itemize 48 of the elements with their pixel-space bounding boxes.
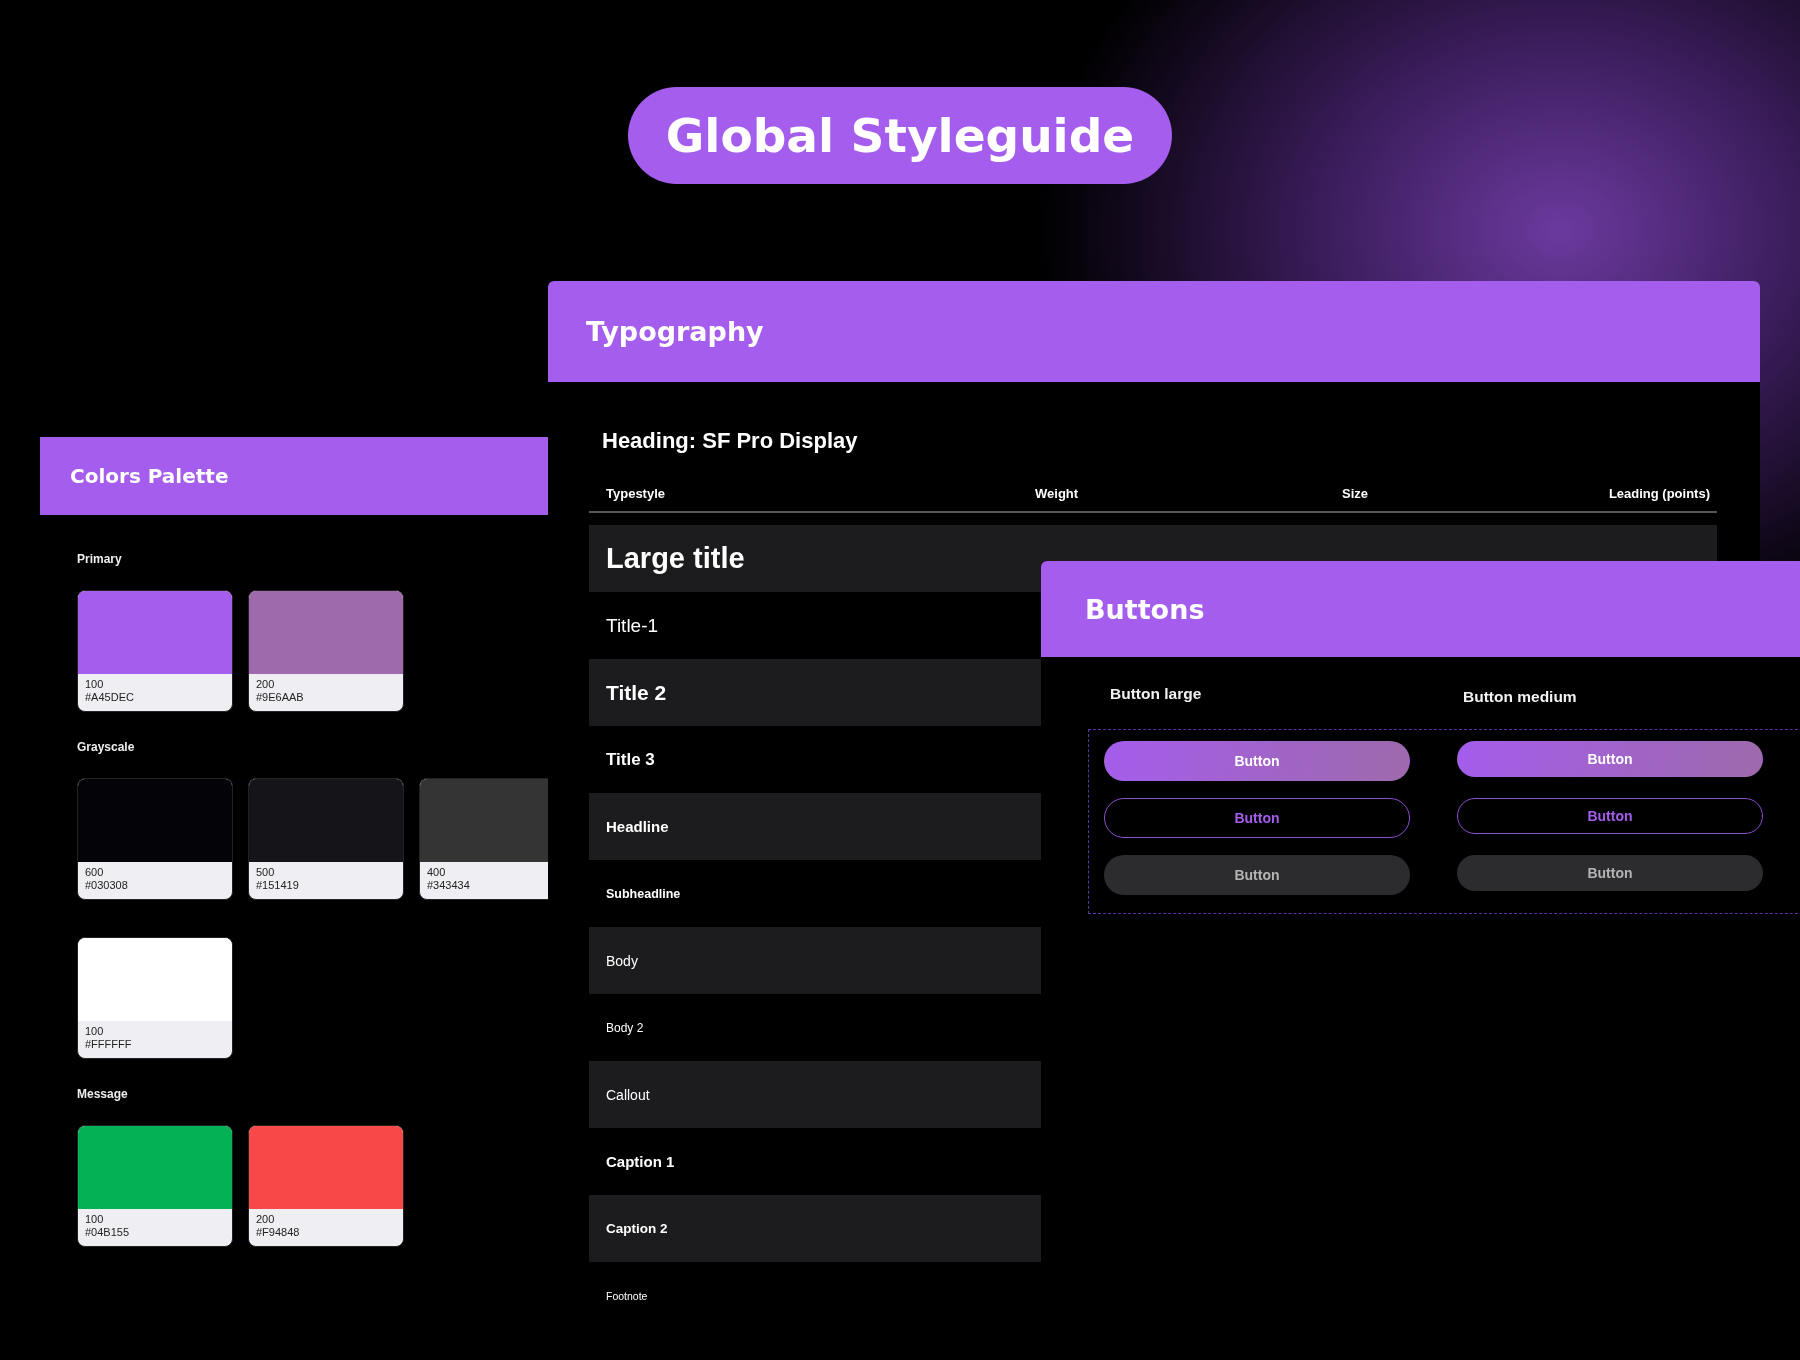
- group-label: Grayscale: [77, 740, 136, 754]
- typestyle-name: Subheadline: [606, 886, 681, 901]
- title-banner: Global Styleguide: [628, 87, 1172, 184]
- swatch-hex: #151419: [256, 879, 300, 892]
- typestyle-name: Caption 2: [606, 1221, 668, 1236]
- column-header: Typestyle: [606, 486, 666, 501]
- group-label: Message: [77, 1087, 129, 1101]
- swatch-hex: #F94848: [256, 1226, 301, 1239]
- column-header: Leading (points): [1608, 486, 1710, 501]
- swatch-number: 100: [85, 678, 105, 691]
- typestyle-name: Title 2: [606, 680, 667, 705]
- typestyle-name: Callout: [606, 1086, 650, 1103]
- swatch-hex: #A45DEC: [85, 691, 135, 704]
- column-header: Size: [1342, 486, 1369, 501]
- typestyle-name: Title-1: [606, 614, 659, 637]
- swatch-number: 100: [85, 1213, 105, 1226]
- button-size-label: Button medium: [1462, 687, 1578, 707]
- sample-button[interactable]: Button: [1457, 798, 1763, 834]
- swatch-number: 200: [256, 1213, 276, 1226]
- sample-button[interactable]: Button: [1457, 741, 1763, 777]
- swatch-hex: #9E6AAB: [256, 691, 305, 704]
- panel-title: Colors Palette: [70, 464, 229, 488]
- sample-button[interactable]: Button: [1104, 798, 1410, 838]
- typestyle-name: Headline: [606, 818, 669, 835]
- swatch-hex: #030308: [85, 879, 129, 892]
- sample-button[interactable]: Button: [1104, 855, 1410, 895]
- swatch-number: 100: [85, 1025, 105, 1038]
- sample-button[interactable]: Button: [1104, 741, 1410, 781]
- group-label: Primary: [77, 552, 123, 566]
- swatch-hex: #343434: [427, 879, 471, 892]
- panel-title: Buttons: [1085, 593, 1205, 625]
- swatch-hex: #FFFFFF: [85, 1038, 133, 1051]
- typestyle-name: Title 3: [606, 749, 655, 770]
- swatch-number: 500: [256, 866, 276, 879]
- button-size-label: Button large: [1109, 685, 1203, 704]
- typestyle-name: Body: [606, 952, 638, 969]
- swatch-number: 600: [85, 866, 105, 879]
- swatch-number: 400: [427, 866, 447, 879]
- font-heading: Heading: SF Pro Display: [601, 428, 859, 454]
- column-header: Weight: [1035, 486, 1080, 501]
- typestyle-name: Caption 1: [606, 1153, 675, 1170]
- sample-button[interactable]: Button: [1457, 855, 1763, 891]
- typestyle-name: Footnote: [606, 1289, 648, 1302]
- typestyle-name: Large title: [606, 542, 745, 575]
- swatch-hex: #04B155: [85, 1226, 131, 1239]
- panel-title: Typography: [586, 316, 764, 347]
- typestyle-name: Body 2: [606, 1020, 644, 1035]
- swatch-number: 200: [256, 678, 276, 691]
